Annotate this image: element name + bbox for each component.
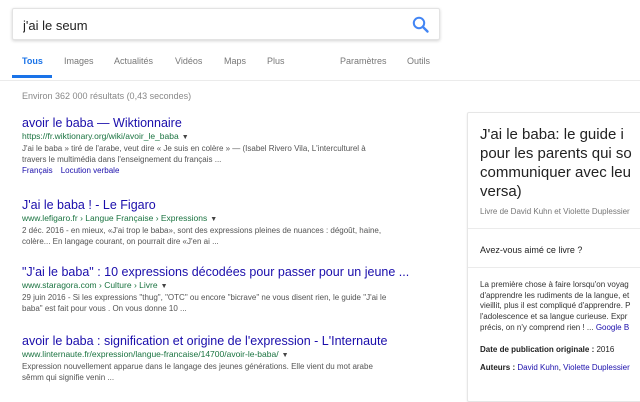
- search-icon[interactable]: [411, 15, 431, 35]
- panel-divider: [468, 228, 640, 229]
- panel-description: La première chose à faire lorsqu'on voya…: [480, 280, 640, 334]
- description-line: l'adolescence et sa langue curieuse. Exp…: [480, 312, 628, 322]
- panel-title-line: pour les parents qui so: [480, 145, 632, 162]
- result-title[interactable]: avoir le baba : signification et origine…: [22, 334, 442, 349]
- authors-fact: Auteurs : David Kuhn, Violette Duplessie…: [480, 363, 630, 372]
- tab-videos[interactable]: Vidéos: [175, 56, 202, 66]
- fact-label: Auteurs :: [480, 363, 516, 372]
- dropdown-arrow-icon[interactable]: ▼: [210, 216, 217, 223]
- panel-title-line: versa): [480, 183, 522, 200]
- search-result: avoir le baba : signification et origine…: [22, 334, 442, 383]
- result-url-text: https://fr.wiktionary.org/wiki/avoir_le_…: [22, 131, 179, 141]
- author-link[interactable]: David Kuhn: [517, 363, 558, 372]
- description-line: La première chose à faire lorsqu'on voya…: [480, 280, 629, 289]
- panel-question[interactable]: Avez-vous aimé ce livre ?: [480, 245, 582, 255]
- panel-divider: [468, 267, 640, 268]
- panel-title-line: communiquer avec leu: [480, 164, 631, 181]
- tabs-divider: [0, 80, 640, 81]
- fact-label: Date de publication originale :: [480, 345, 595, 354]
- snippet-line: Expression nouvellement apparue dans le …: [22, 362, 373, 371]
- dropdown-arrow-icon[interactable]: ▼: [282, 352, 289, 359]
- active-tab-indicator: [12, 75, 52, 78]
- publication-date-fact: Date de publication originale : 2016: [480, 345, 614, 354]
- tab-maps[interactable]: Maps: [224, 56, 246, 66]
- result-url: www.staragora.com › Culture › Livre ▼: [22, 280, 442, 292]
- result-title[interactable]: avoir le baba — Wiktionnaire: [22, 116, 442, 131]
- author-link[interactable]: Violette Duplessier: [563, 363, 630, 372]
- knowledge-panel: J'ai le baba: le guide i pour les parent…: [467, 112, 640, 402]
- tab-plus[interactable]: Plus: [267, 56, 285, 66]
- snippet-line: 2 déc. 2016 - en mieux, «J'ai trop le ba…: [22, 226, 382, 235]
- search-result: avoir le baba — Wiktionnaire https://fr.…: [22, 116, 442, 176]
- snippet-line: sêmm qui signifie venin ...: [22, 373, 115, 382]
- result-title[interactable]: "J'ai le baba" : 10 expressions décodées…: [22, 265, 442, 280]
- description-line: précis, on n'y comprend rien ! ... Googl…: [480, 322, 630, 332]
- fact-value: 2016: [596, 345, 615, 354]
- dropdown-arrow-icon[interactable]: ▼: [182, 134, 189, 141]
- search-result: "J'ai le baba" : 10 expressions décodées…: [22, 265, 442, 314]
- snippet-line: baba" est fait pour vous . On vous donne…: [22, 304, 187, 313]
- snippet-line: colère... En langage courant, on pourrai…: [22, 237, 219, 246]
- search-result: J'ai le baba ! - Le Figaro www.lefigaro.…: [22, 198, 442, 247]
- result-snippet: Expression nouvellement apparue dans le …: [22, 361, 442, 383]
- search-box[interactable]: [12, 8, 440, 40]
- result-url-text: www.linternaute.fr/expression/langue-fra…: [22, 349, 279, 359]
- result-stats: Environ 362 000 résultats (0,43 secondes…: [22, 91, 192, 101]
- sitelink-locution-verbale[interactable]: Locution verbale: [61, 166, 120, 175]
- tab-images[interactable]: Images: [64, 56, 94, 66]
- panel-subtitle: Livre de David Kuhn et Violette Duplessi…: [480, 207, 630, 216]
- result-title[interactable]: J'ai le baba ! - Le Figaro: [22, 198, 442, 213]
- result-snippet: 29 juin 2016 - Si les expressions "thug"…: [22, 292, 442, 314]
- tab-tous[interactable]: Tous: [22, 56, 43, 66]
- snippet-line: J'ai le baba » tiré de l'arabe, veut dir…: [22, 144, 366, 153]
- google-books-link[interactable]: Google B: [596, 323, 629, 332]
- result-snippet: J'ai le baba » tiré de l'arabe, veut dir…: [22, 143, 442, 165]
- result-url-text: www.lefigaro.fr › Langue Française › Exp…: [22, 213, 208, 223]
- search-tabs: Tous Images Actualités Vidéos Maps Plus …: [0, 56, 640, 80]
- result-url: https://fr.wiktionary.org/wiki/avoir_le_…: [22, 131, 442, 143]
- tab-parametres[interactable]: Paramètres: [340, 56, 387, 66]
- dropdown-arrow-icon[interactable]: ▼: [161, 283, 168, 290]
- snippet-line: 29 juin 2016 - Si les expressions "thug"…: [22, 293, 387, 302]
- sitelink-francais[interactable]: Français: [22, 166, 53, 175]
- description-line: d'apprendre les rudiments de la langue, …: [480, 290, 630, 300]
- result-url: www.linternaute.fr/expression/langue-fra…: [22, 349, 442, 361]
- tab-actualites[interactable]: Actualités: [114, 56, 153, 66]
- result-url-text: www.staragora.com › Culture › Livre: [22, 280, 158, 290]
- description-line: vieillit, plus il est compliqué d'appren…: [480, 301, 631, 311]
- result-url: www.lefigaro.fr › Langue Française › Exp…: [22, 213, 442, 225]
- result-snippet: 2 déc. 2016 - en mieux, «J'ai trop le ba…: [22, 225, 442, 247]
- tab-outils[interactable]: Outils: [407, 56, 430, 66]
- sitelinks: Français Locution verbale: [22, 165, 442, 176]
- panel-title: J'ai le baba: le guide i pour les parent…: [480, 125, 640, 201]
- panel-title-line: J'ai le baba: le guide i: [480, 126, 624, 143]
- snippet-line: travers le multimédia dans l'enseignemen…: [22, 155, 222, 164]
- search-input[interactable]: [23, 15, 403, 35]
